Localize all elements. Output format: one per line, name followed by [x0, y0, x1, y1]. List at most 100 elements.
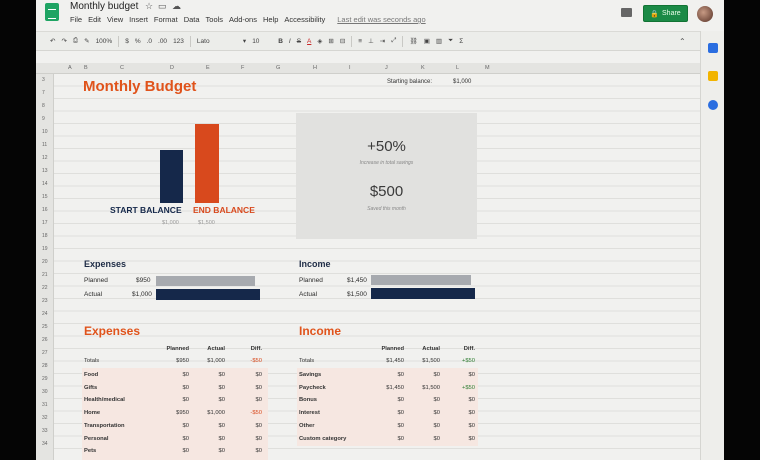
move-folder-icon[interactable]: ▭ [158, 1, 167, 12]
row-header-cell[interactable]: 18 [42, 233, 48, 239]
table-row-diff[interactable]: $0 [232, 385, 262, 391]
menu-file[interactable]: File [70, 15, 82, 24]
table-row-label[interactable]: Transportation [84, 423, 125, 429]
row-header-cell[interactable]: 31 [42, 402, 48, 408]
functions-icon[interactable]: Σ [459, 38, 463, 45]
row-header-cell[interactable]: 34 [42, 441, 48, 447]
row-header-cell[interactable]: 9 [42, 116, 45, 122]
table-row-diff[interactable]: $0 [232, 423, 262, 429]
table-row-diff[interactable]: $0 [232, 436, 262, 442]
table-row-label[interactable]: Gifts [84, 385, 97, 391]
row-header-cell[interactable]: 14 [42, 181, 48, 187]
keep-icon[interactable] [708, 71, 718, 81]
menu-format[interactable]: Format [154, 15, 178, 24]
vertical-align-icon[interactable]: ⊥ [368, 37, 374, 45]
table-row-actual[interactable]: $0 [195, 372, 225, 378]
share-button[interactable]: 🔒 Share [643, 5, 688, 22]
income-actual-bar[interactable] [371, 288, 475, 299]
currency-format-button[interactable]: $ [125, 38, 129, 45]
horizontal-align-icon[interactable]: ≡ [358, 38, 362, 45]
increase-decimal-button[interactable]: .00 [158, 38, 167, 45]
table-row-diff[interactable]: $0 [232, 397, 262, 403]
table-row-label[interactable]: Interest [299, 410, 320, 416]
column-h-header[interactable]: H [313, 65, 317, 71]
menu-view[interactable]: View [107, 15, 123, 24]
table-row-actual[interactable]: $0 [410, 372, 440, 378]
column-c-header[interactable]: C [120, 65, 124, 71]
table-row-label[interactable]: Bonus [299, 397, 317, 403]
menu-insert[interactable]: Insert [129, 15, 148, 24]
tasks-icon[interactable] [708, 100, 718, 110]
column-i-header[interactable]: I [349, 65, 351, 71]
table-row-label[interactable]: Savings [299, 372, 321, 378]
menu-accessibility[interactable]: Accessibility [284, 15, 325, 24]
row-header-cell[interactable]: 15 [42, 194, 48, 200]
table-row-planned[interactable]: $0 [374, 397, 404, 403]
insert-chart-icon[interactable]: ▥ [436, 37, 442, 45]
row-header-cell[interactable]: 32 [42, 415, 48, 421]
italic-button[interactable]: I [289, 38, 291, 45]
expenses-planned-bar[interactable] [156, 276, 255, 286]
row-header-cell[interactable]: 22 [42, 285, 48, 291]
calendar-icon[interactable] [708, 43, 718, 53]
column-a-header[interactable]: A [68, 65, 72, 71]
column-d-header[interactable]: D [170, 65, 174, 71]
start-balance-bar[interactable] [160, 150, 183, 203]
borders-icon[interactable]: ⊞ [328, 37, 333, 45]
text-color-button[interactable]: A [307, 38, 311, 45]
table-row-planned[interactable]: $0 [159, 397, 189, 403]
table-row-actual[interactable]: $0 [410, 410, 440, 416]
comment-history-icon[interactable] [621, 8, 632, 17]
table-row-planned[interactable]: $0 [159, 423, 189, 429]
table-row-actual[interactable]: $0 [410, 397, 440, 403]
row-header-cell[interactable]: 20 [42, 259, 48, 265]
column-k-header[interactable]: K [421, 65, 425, 71]
end-balance-bar[interactable] [195, 124, 219, 203]
document-title[interactable]: Monthly budget [70, 1, 138, 12]
table-row-actual[interactable]: $0 [195, 385, 225, 391]
table-row-planned[interactable]: $0 [159, 372, 189, 378]
table-row-actual[interactable]: $0 [410, 423, 440, 429]
row-header-cell[interactable]: 29 [42, 376, 48, 382]
menu-data[interactable]: Data [184, 15, 200, 24]
print-icon[interactable]: ⎙ [73, 37, 78, 45]
table-row-actual[interactable]: $0 [195, 423, 225, 429]
table-row-diff[interactable]: +$50 [445, 385, 475, 391]
column-e-header[interactable]: E [206, 65, 210, 71]
avatar[interactable] [697, 6, 713, 22]
table-row-planned[interactable]: $0 [374, 410, 404, 416]
last-edit-link[interactable]: Last edit was seconds ago [337, 15, 425, 24]
income-planned-bar[interactable] [371, 275, 471, 285]
row-header-cell[interactable]: 30 [42, 389, 48, 395]
table-row-planned[interactable]: $0 [374, 423, 404, 429]
menu-addons[interactable]: Add-ons [229, 15, 257, 24]
row-header-cell[interactable]: 21 [42, 272, 48, 278]
row-header-cell[interactable]: 13 [42, 168, 48, 174]
column-f-header[interactable]: F [241, 65, 244, 71]
table-row-diff[interactable]: $0 [445, 423, 475, 429]
row-header-cell[interactable]: 25 [42, 324, 48, 330]
paint-format-icon[interactable]: ✎ [84, 37, 89, 45]
row-header-cell[interactable]: 8 [42, 103, 45, 109]
table-row-planned[interactable]: $950 [159, 410, 189, 416]
row-header-cell[interactable]: 33 [42, 428, 48, 434]
menu-tools[interactable]: Tools [206, 15, 224, 24]
table-row-label[interactable]: Paycheck [299, 385, 326, 391]
undo-icon[interactable]: ↶ [50, 37, 55, 45]
table-row-actual[interactable]: $1,000 [195, 410, 225, 416]
column-j-header[interactable]: J [385, 65, 388, 71]
collapse-toolbar-icon[interactable]: ⌃ [679, 37, 686, 46]
column-b-header[interactable]: B [84, 65, 88, 71]
bold-button[interactable]: B [278, 38, 283, 45]
row-header-cell[interactable]: 26 [42, 337, 48, 343]
table-row-planned[interactable]: $1,450 [374, 385, 404, 391]
row-header-cell[interactable]: 17 [42, 220, 48, 226]
column-m-header[interactable]: M [485, 65, 490, 71]
insert-link-icon[interactable]: ⛓ [409, 37, 417, 45]
more-formats-button[interactable]: 123 [173, 38, 184, 45]
table-row-diff[interactable]: $0 [445, 436, 475, 442]
table-row-label[interactable]: Custom category [299, 436, 346, 442]
font-size-select[interactable]: 10 [252, 38, 272, 45]
text-rotation-icon[interactable]: ⤢ [391, 37, 396, 45]
row-header-cell[interactable]: 10 [42, 129, 48, 135]
